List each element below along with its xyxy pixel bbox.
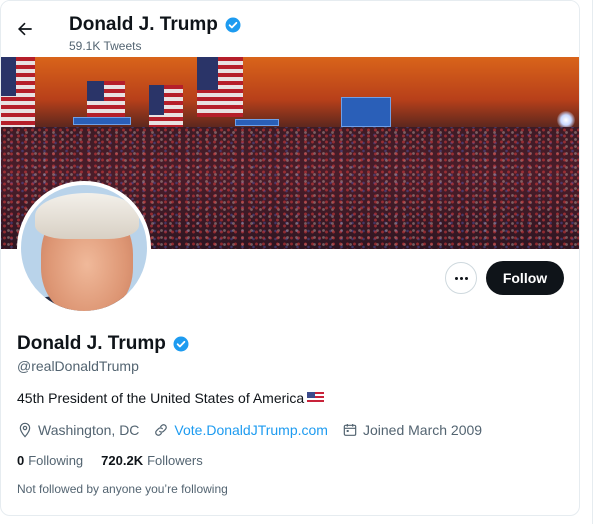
joined-item: Joined March 2009 xyxy=(342,422,482,438)
following-count: 0 xyxy=(17,453,25,468)
profile-avatar[interactable] xyxy=(17,181,151,315)
top-bar: Donald J. Trump 59.1K Tweets xyxy=(1,1,579,57)
profile-handle: @realDonaldTrump xyxy=(17,358,139,374)
location-pin-icon xyxy=(19,422,31,438)
followers-label: Followers xyxy=(147,453,203,468)
banner-sign xyxy=(73,117,131,125)
website-link[interactable]: Vote.DonaldJTrump.com xyxy=(174,422,328,438)
more-options-button[interactable] xyxy=(445,262,477,294)
profile-name: Donald J. Trump xyxy=(17,333,166,354)
joined-text: Joined March 2009 xyxy=(362,422,483,438)
page-divider xyxy=(592,0,593,524)
verified-badge-icon xyxy=(173,336,189,352)
back-arrow-icon[interactable] xyxy=(13,17,37,41)
followed-by-note: Not followed by anyone you’re following xyxy=(17,482,228,496)
banner-sign xyxy=(235,119,279,126)
follow-button[interactable]: Follow xyxy=(486,261,564,295)
banner-sign xyxy=(341,97,391,127)
link-icon xyxy=(155,424,168,436)
profile-card: Donald J. Trump 59.1K Tweets Follow Dona… xyxy=(0,0,580,516)
profile-bio: 45th President of the United States of A… xyxy=(17,390,325,406)
bio-text: 45th President of the United States of A… xyxy=(17,390,305,406)
header-name: Donald J. Trump xyxy=(69,14,218,35)
header-title: Donald J. Trump xyxy=(69,14,242,36)
following-label: Following xyxy=(28,453,84,468)
tweet-count: 59.1K Tweets xyxy=(69,39,142,53)
followers-link[interactable]: 720.2K Followers xyxy=(101,453,203,468)
more-icon xyxy=(454,276,458,280)
avatar-hair xyxy=(35,193,139,239)
following-link[interactable]: 0 Following xyxy=(17,453,83,468)
banner-flag xyxy=(197,57,243,117)
calendar-icon xyxy=(343,424,357,436)
profile-name-row: Donald J. Trump xyxy=(17,333,190,355)
website-item[interactable]: Vote.DonaldJTrump.com xyxy=(153,422,328,438)
verified-badge-icon xyxy=(225,17,241,33)
more-icon-dot xyxy=(464,276,468,280)
followers-count: 720.2K xyxy=(101,453,144,468)
more-icon-dot xyxy=(459,276,463,280)
follow-stats: 0 Following 720.2K Followers xyxy=(17,453,203,468)
location-text: Washington, DC xyxy=(38,422,140,438)
banner-flag xyxy=(87,81,125,117)
banner-flag xyxy=(1,57,35,127)
us-flag-emoji xyxy=(307,392,325,404)
location-item: Washington, DC xyxy=(17,422,139,438)
profile-meta: Washington, DC Vote.DonaldJTrump.com Joi… xyxy=(17,422,496,438)
